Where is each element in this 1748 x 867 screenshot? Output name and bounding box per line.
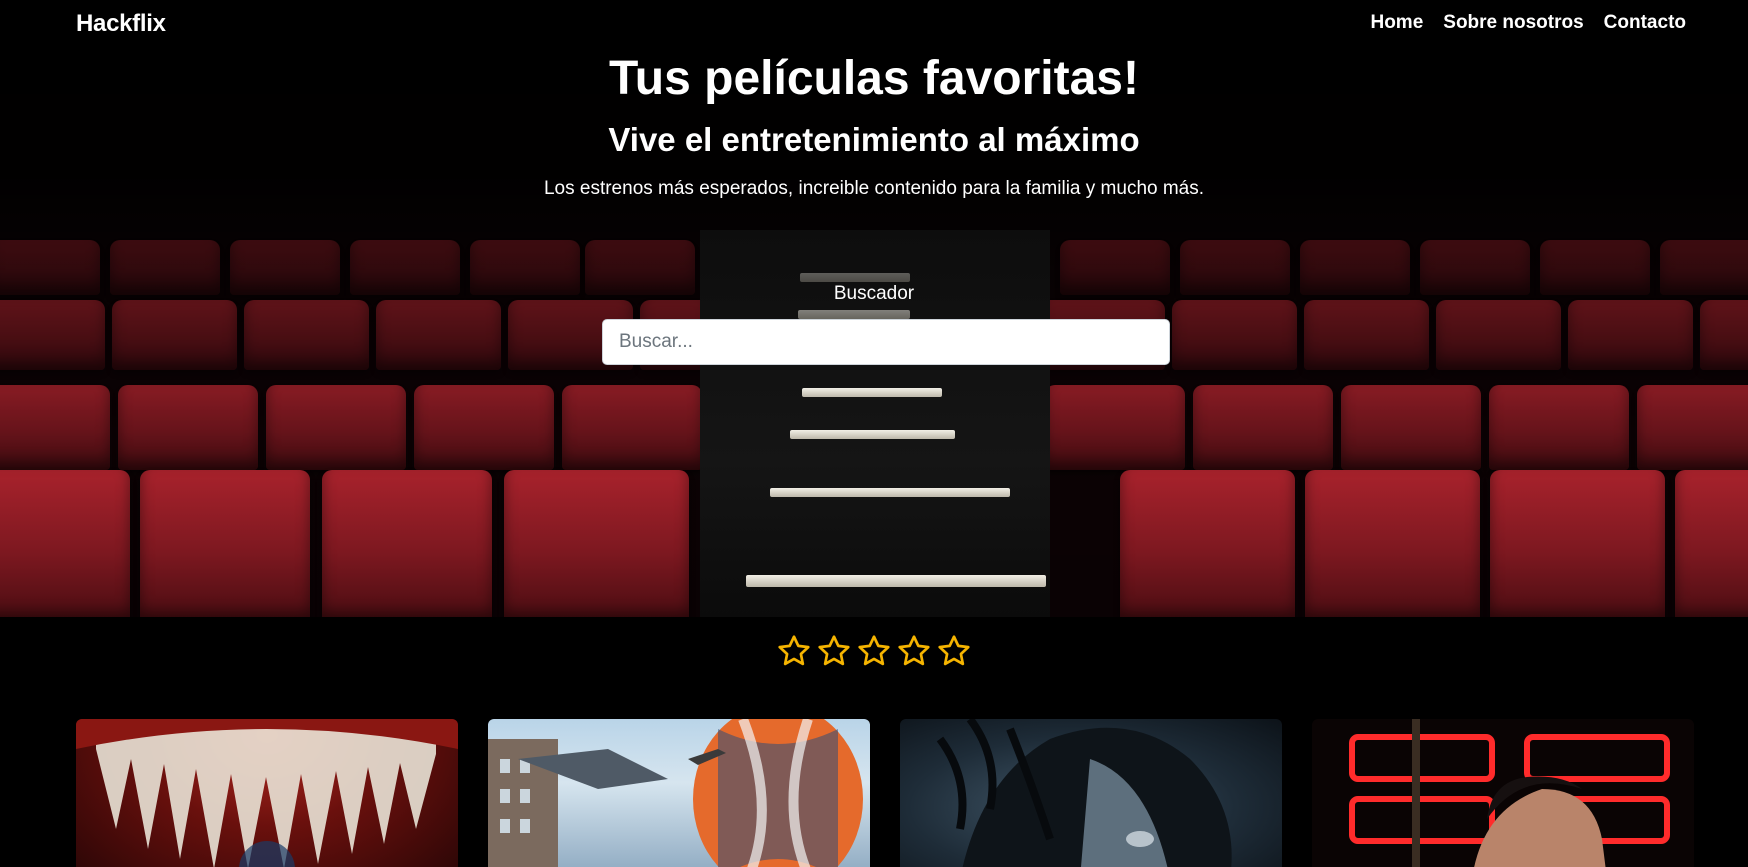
movie-poster[interactable] <box>488 719 870 867</box>
star-icon[interactable] <box>776 633 812 669</box>
star-icon[interactable] <box>936 633 972 669</box>
poster-image <box>1349 719 1670 867</box>
hero-subtitle: Vive el entretenimiento al máximo <box>608 121 1140 158</box>
poster-image <box>76 719 458 867</box>
hero-description: Los estrenos más esperados, increible co… <box>543 178 1205 199</box>
nav-link-about[interactable]: Sobre nosotros <box>1443 12 1583 34</box>
poster-image <box>488 719 863 867</box>
movie-poster[interactable] <box>76 719 458 867</box>
star-icon[interactable] <box>856 633 892 669</box>
poster-image <box>936 719 1232 867</box>
nav-link-home[interactable]: Home <box>1370 12 1423 34</box>
movie-poster[interactable] <box>1312 719 1694 867</box>
search-label: Buscador <box>833 283 915 304</box>
hero-title: Tus películas favoritas! <box>609 52 1139 105</box>
movie-grid <box>76 719 1694 867</box>
nav-link-contact[interactable]: Contacto <box>1604 12 1686 34</box>
brand-logo[interactable]: Hackflix <box>76 10 166 38</box>
page: Hackflix Home Sobre nosotros Contacto Tu… <box>0 0 1748 867</box>
navbar: Hackflix Home Sobre nosotros Contacto <box>0 0 1748 48</box>
search-input[interactable] <box>602 319 1170 365</box>
star-icon[interactable] <box>816 633 852 669</box>
nav-links: Home Sobre nosotros Contacto <box>1370 12 1686 34</box>
star-icon[interactable] <box>896 633 932 669</box>
hero-text: Tus películas favoritas! Vive el entrete… <box>0 48 1748 202</box>
movie-poster[interactable] <box>900 719 1282 867</box>
star-rating <box>0 633 1748 669</box>
